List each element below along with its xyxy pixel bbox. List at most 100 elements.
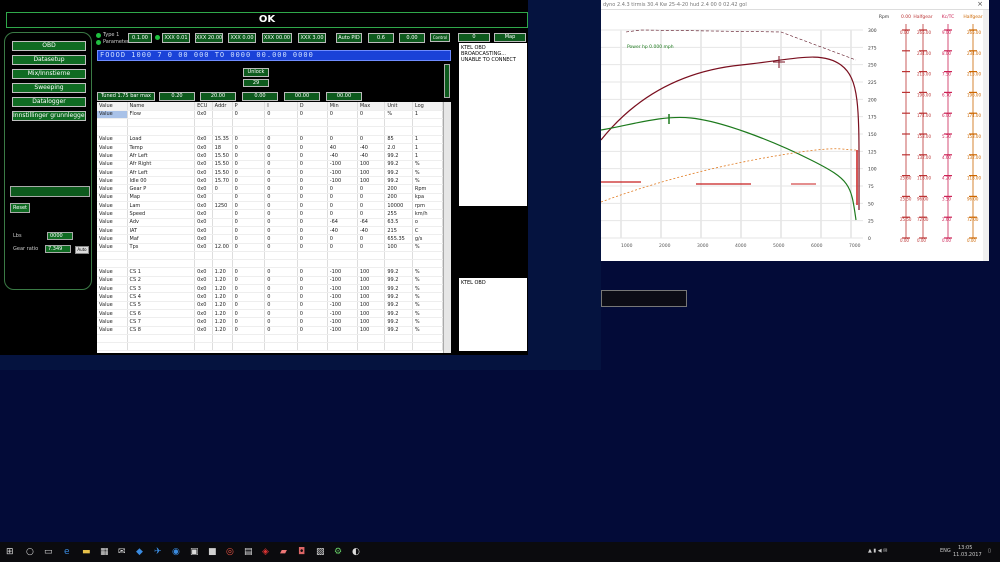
- table-header-cell[interactable]: D: [297, 102, 328, 111]
- app1-icon[interactable]: ◆: [136, 547, 143, 557]
- minimized-window-bar[interactable]: [601, 290, 687, 307]
- ok-button[interactable]: OK: [6, 12, 528, 28]
- radio-type1[interactable]: [96, 33, 101, 38]
- nav-mix-button[interactable]: Mix/Innstierne: [12, 69, 86, 79]
- app8-icon[interactable]: ▰: [280, 547, 287, 557]
- radio-toolbar[interactable]: [155, 35, 160, 40]
- app12-icon[interactable]: ◐: [352, 547, 360, 557]
- nav-datalogger-button[interactable]: Datalogger: [12, 97, 86, 107]
- table-header-cell[interactable]: Unit: [384, 102, 413, 111]
- toolbar2-button-2[interactable]: 0.20: [159, 92, 195, 101]
- clock-time[interactable]: 13:05: [958, 546, 972, 551]
- toolbar-button-4[interactable]: XXX 0.00: [228, 33, 256, 43]
- table-header-cell[interactable]: Value: [97, 102, 128, 111]
- app7-icon[interactable]: ◈: [262, 547, 269, 557]
- nav-obd-button[interactable]: OBD: [12, 41, 86, 51]
- reset-button[interactable]: Reset: [10, 203, 30, 213]
- toolbar-button-6[interactable]: XXX 3.00: [298, 33, 326, 43]
- table-row[interactable]: Value Lam 0x0 1250 0 0 0 0 0 10000 rpm: [97, 201, 443, 211]
- edge-icon[interactable]: e: [64, 547, 70, 557]
- nav-datasetup-button[interactable]: Datasetup: [12, 55, 86, 65]
- field1-input[interactable]: 0000: [47, 232, 73, 240]
- chrome-icon[interactable]: ◎: [226, 547, 234, 557]
- radio-parameters[interactable]: [96, 40, 101, 45]
- toolbar2-button-6[interactable]: 00.00: [326, 92, 362, 101]
- map-button[interactable]: Map: [494, 33, 526, 42]
- app9-icon[interactable]: ◘: [298, 547, 305, 557]
- table-row[interactable]: Value CS 4 0x0 1.20 0 0 0 -100 100 99.2%: [97, 292, 443, 302]
- table-row[interactable]: Value Gear P 0x0 0 0 0 0 0 0 200 Rpm: [97, 184, 443, 194]
- table-row[interactable]: Value Afr Left 0x0 15.50 0 0 0 -100 100 99.2%: [97, 168, 443, 178]
- app4-icon[interactable]: ▣: [190, 547, 199, 557]
- notification-icon[interactable]: ▯: [988, 549, 991, 554]
- nav-settings-button[interactable]: Innstillinger grunnleggende: [12, 111, 86, 121]
- app10-icon[interactable]: ▨: [316, 547, 325, 557]
- language-indicator[interactable]: ENG: [940, 549, 951, 554]
- table-header-cell[interactable]: ECU: [194, 102, 213, 111]
- toolbar2-button-5[interactable]: 00.00: [284, 92, 320, 101]
- table-row[interactable]: Value Map 0x0 0 0 0 0 0 200 kpa: [97, 193, 443, 203]
- file-explorer-icon[interactable]: ▬: [82, 547, 91, 557]
- table-header-cell[interactable]: Min: [327, 102, 358, 111]
- auto-button[interactable]: Auto: [75, 246, 89, 254]
- app6-icon[interactable]: ▤: [244, 547, 253, 557]
- table-header-cell[interactable]: I: [264, 102, 298, 111]
- table-row[interactable]: [97, 342, 443, 352]
- nav-sweeping-button[interactable]: Sweeping: [12, 83, 86, 93]
- table-header-cell[interactable]: Log: [412, 102, 443, 111]
- table-row[interactable]: [97, 118, 443, 128]
- table-row[interactable]: Value Flow 0x0 0 0 0 0 0% 1: [97, 110, 443, 120]
- table-row[interactable]: Value Load 0x0 15.35 0 0 0 0 0 85 1: [97, 135, 443, 145]
- toolbar-button-5[interactable]: XXX 00.00: [262, 33, 292, 43]
- table-row[interactable]: Value Afr Right 0x0 15.50 0 0 0 -100 100 99.2%: [97, 160, 443, 169]
- toolbar-button-9[interactable]: 0.00: [399, 33, 425, 43]
- tuned-label-button[interactable]: Tuned 1.75 bar max: [97, 92, 155, 101]
- close-icon[interactable]: ×: [977, 0, 983, 8]
- toolbar2-button-4[interactable]: 0.00: [242, 92, 278, 101]
- table-scrollbar[interactable]: [443, 102, 451, 353]
- table-row[interactable]: Value Speed 0x0 0 0 0 0 0 255 km/h: [97, 209, 443, 219]
- table-row[interactable]: Value Tps 0x0 12.00 0 0 0 0 0 100%: [97, 243, 443, 252]
- tray-icons[interactable]: ▲ ▮ ◀ ✉: [868, 549, 887, 554]
- value-button[interactable]: 29: [243, 79, 269, 87]
- table-row[interactable]: Value CS 7 0x0 1.20 0 0 0 -100 100 99.2%: [97, 317, 443, 327]
- table-row[interactable]: [97, 126, 443, 136]
- mail-icon[interactable]: ✉: [118, 547, 126, 557]
- table-row[interactable]: Value CS 5 0x0 1.20 0 0 0 -100 100 99.2%: [97, 301, 443, 310]
- table-header-cell[interactable]: P: [232, 102, 266, 111]
- table-row[interactable]: Value CS 2 0x0 1.20 0 0 0 -100 100 99.2%: [97, 276, 443, 286]
- table-row[interactable]: [97, 259, 443, 269]
- toolbar-button-1[interactable]: 0.1.00: [128, 33, 152, 43]
- windows-icon[interactable]: ⊞: [6, 547, 14, 557]
- table-row[interactable]: [97, 251, 443, 261]
- field2-input[interactable]: 7.349: [45, 245, 71, 253]
- connect-button[interactable]: 0: [458, 33, 490, 42]
- table-row[interactable]: Value Temp 0x0 18 0 0 0 40 -40 2.0 1: [97, 143, 443, 153]
- search-icon[interactable]: ○: [26, 547, 34, 557]
- table-row[interactable]: Value IAT 0x0 0 0 0 -40 -40 215 C: [97, 226, 443, 236]
- toolbar-button-2[interactable]: XXX 0.01: [162, 33, 190, 43]
- table-header-cell[interactable]: Name: [127, 102, 196, 111]
- table-row[interactable]: Value Maf 0x0 0 0 0 0 0 655.35 g/s: [97, 234, 443, 244]
- app5-icon[interactable]: ■: [208, 547, 217, 557]
- app2-icon[interactable]: ✈: [154, 547, 162, 557]
- app3-icon[interactable]: ◉: [172, 547, 180, 557]
- table-row[interactable]: Value Adv 0x0 0 0 0 -64 -64 63.5 o: [97, 218, 443, 227]
- table-header-cell[interactable]: Max: [357, 102, 386, 111]
- table-row[interactable]: Value CS 8 0x0 1.20 0 0 0 -100 100 99.2%: [97, 326, 443, 335]
- dyno-scrollbar[interactable]: [983, 10, 989, 261]
- store-icon[interactable]: ▦: [100, 547, 109, 557]
- table-row[interactable]: Value CS 3 0x0 1.20 0 0 0 -100 100 99.2%: [97, 284, 443, 294]
- toolbar-button-8[interactable]: 0.6: [368, 33, 394, 43]
- unlock-button[interactable]: Unlock: [243, 68, 269, 77]
- table-row[interactable]: Value CS 6 0x0 1.20 0 0 0 -100 100 99.2%: [97, 309, 443, 319]
- toolbar2-button-3[interactable]: 20.00: [200, 92, 236, 101]
- app11-icon[interactable]: ⚙: [334, 547, 342, 557]
- table-row[interactable]: Value CS 1 0x0 1.20 0 0 0 -100 100 99.2%: [97, 267, 443, 277]
- control-button[interactable]: Control: [430, 33, 450, 42]
- table-header-cell[interactable]: Addr: [212, 102, 233, 111]
- table-row[interactable]: Value Afr Left 0x0 15.50 0 0 0 -40 -40 99.2 1: [97, 151, 443, 161]
- table-row[interactable]: [97, 334, 443, 344]
- task-view-icon[interactable]: ▭: [44, 547, 53, 557]
- clock-date[interactable]: 11.03.2017: [953, 553, 982, 558]
